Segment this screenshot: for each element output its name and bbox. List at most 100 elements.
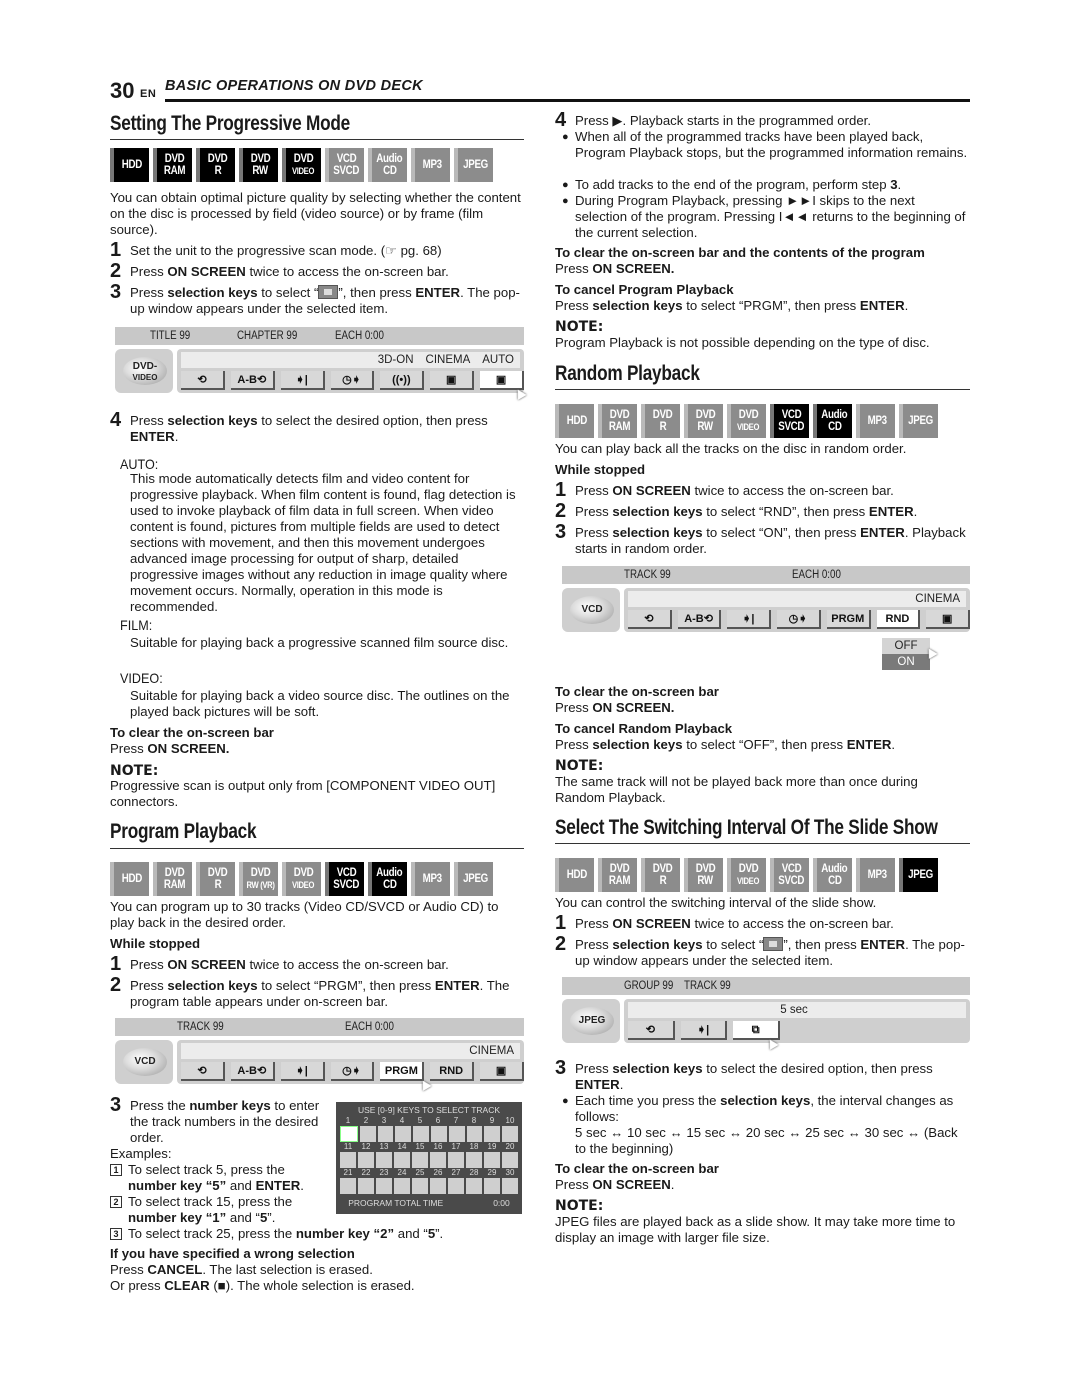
disc-badge-jpeg: JPEG: [899, 404, 938, 438]
program-step-4: 4 Press ▶. Playback starts in the program…: [555, 109, 871, 131]
track-slot-8[interactable]: [466, 1126, 483, 1142]
progressive-note-text: Progressive scan is output only from [CO…: [110, 778, 496, 809]
track-number-label: 1: [345, 1116, 351, 1125]
track-slot-10[interactable]: [502, 1126, 518, 1142]
skip-button[interactable]: ➧|: [280, 371, 325, 390]
rnd-button[interactable]: RND: [430, 1062, 475, 1081]
prgm-button[interactable]: PRGM: [380, 1062, 425, 1081]
track-slot-24[interactable]: [394, 1178, 410, 1194]
disc-badge-vcd-svcd: VCD SVCD: [325, 148, 364, 182]
progressive-mode-button[interactable]: ▣: [480, 371, 525, 390]
repeat-button[interactable]: ⟲: [628, 610, 672, 629]
program-total-time-label: PROGRAM TOTAL TIME: [348, 1198, 444, 1208]
random-step-1: 1 Press ON SCREEN twice to access the on-…: [555, 479, 894, 501]
3d-sound-button[interactable]: ((•)): [380, 371, 425, 390]
track-slot-19[interactable]: [484, 1152, 500, 1168]
disc-badge-mp3: MP3: [856, 404, 895, 438]
ab-repeat-button[interactable]: A-B⟲: [230, 1062, 275, 1081]
track-slot-11[interactable]: [340, 1152, 356, 1168]
track-slot-3[interactable]: [377, 1126, 394, 1142]
disc-badge-mp3: MP3: [411, 148, 450, 182]
track-number-label: 13: [379, 1142, 389, 1151]
track-slot-28[interactable]: [466, 1178, 482, 1194]
track-slot-17[interactable]: [448, 1152, 464, 1168]
progressive-onscreen-bar: TITLE 99 CHAPTER 99 EACH 0:00 DVD- VIDEO …: [115, 327, 527, 400]
track-slot-27[interactable]: [448, 1178, 464, 1194]
divider: [110, 139, 524, 140]
step-number: 4: [110, 409, 122, 431]
track-slot-12[interactable]: [358, 1152, 374, 1168]
example-1: 1 To select track 5, press the number key…: [110, 1162, 325, 1194]
track-number-label: 11: [343, 1142, 353, 1151]
track-slot-21[interactable]: [340, 1178, 356, 1194]
rnd-button[interactable]: RND: [876, 610, 921, 629]
track-slot-20[interactable]: [502, 1152, 518, 1168]
track-slot-5[interactable]: [413, 1126, 429, 1142]
slideshow-step-3: 3 Press selection keys to select the desi…: [555, 1057, 933, 1092]
time-search-button[interactable]: ◷➧: [330, 371, 375, 390]
track-slot-14[interactable]: [394, 1152, 410, 1168]
track-slot-7[interactable]: [448, 1126, 465, 1142]
track-slot-23[interactable]: [376, 1178, 392, 1194]
disc-badge-dvd-video: DVD VIDEO: [282, 862, 321, 896]
track-slot-26[interactable]: [430, 1178, 446, 1194]
track-slot-9[interactable]: [484, 1126, 501, 1142]
track-number-label: 15: [415, 1142, 425, 1151]
program-table: USE [0-9] KEYS TO SELECT TRACK 123456789…: [336, 1102, 522, 1214]
picture-button[interactable]: ▣: [926, 610, 971, 629]
header-rule: [165, 99, 970, 102]
track-slot-29[interactable]: [484, 1178, 500, 1194]
repeat-button[interactable]: ⟲: [181, 1062, 225, 1081]
track-slot-30[interactable]: [502, 1178, 518, 1194]
track-slot-1[interactable]: [340, 1126, 358, 1142]
progressive-clear-text: Press ON SCREEN.: [110, 741, 230, 756]
ab-repeat-button[interactable]: A-B⟲: [677, 610, 722, 629]
track-slot-13[interactable]: [376, 1152, 392, 1168]
popup-option-off[interactable]: OFF: [882, 638, 930, 654]
disc-badge-dvd-r: DVD R: [196, 862, 235, 896]
track-slot-18[interactable]: [466, 1152, 482, 1168]
random-popup: OFF ON: [882, 638, 930, 670]
track-slot-2[interactable]: [359, 1126, 376, 1142]
disc-badge-audio-cd: Audio CD: [368, 148, 407, 182]
track-slot-22[interactable]: [358, 1178, 374, 1194]
repeat-button[interactable]: ⟲: [181, 371, 225, 390]
divider: [555, 389, 970, 390]
track-slot-6[interactable]: [430, 1126, 447, 1142]
slideshow-clear-heading: To clear the on-screen bar: [555, 1161, 719, 1176]
program-cancel-text: Press selection keys to select “PRGM”, t…: [555, 298, 909, 313]
popup-option-on[interactable]: ON: [882, 654, 930, 670]
time-search-button[interactable]: ◷➧: [330, 1062, 375, 1081]
track-slot-16[interactable]: [430, 1152, 446, 1168]
track-slot-25[interactable]: [412, 1178, 428, 1194]
picture-button[interactable]: ▣: [480, 1062, 525, 1081]
examples-label: Examples:: [110, 1146, 172, 1161]
repeat-button[interactable]: ⟲: [628, 1021, 675, 1040]
ab-repeat-button[interactable]: A-B⟲: [230, 371, 275, 390]
progressive-step-3: 3 Press selection keys to select “”, the…: [110, 281, 520, 316]
disc-badge-dvd-rw: DVD RW: [239, 148, 278, 182]
track-number-label: 5: [417, 1116, 423, 1125]
skip-button[interactable]: ➧|: [680, 1021, 728, 1040]
time-search-button[interactable]: ◷➧: [777, 610, 821, 629]
program-total-time-value: 0:00: [493, 1198, 510, 1208]
track-number-label: 30: [505, 1168, 515, 1177]
track-number-label: 24: [397, 1168, 407, 1177]
divider: [555, 843, 970, 844]
track-number-label: 29: [487, 1168, 497, 1177]
disc-badge-audio-cd: Audio CD: [368, 862, 407, 896]
track-slot-4[interactable]: [395, 1126, 412, 1142]
osd-status-bar: TRACK 99 EACH 0:00: [562, 566, 970, 584]
osd-status-bar: GROUP 99 TRACK 99: [562, 977, 970, 995]
disc-badge-dvd-video: DVD VIDEO: [282, 148, 321, 182]
program-step-3: 3 Press the number keys to enter the trac…: [110, 1094, 320, 1145]
prgm-button[interactable]: PRGM: [826, 610, 871, 629]
skip-button[interactable]: ➧|: [280, 1062, 325, 1081]
skip-button[interactable]: ➧|: [727, 610, 772, 629]
random-step-3: 3 Press selection keys to select “ON”, th…: [555, 521, 966, 556]
track-slot-15[interactable]: [412, 1152, 428, 1168]
slideshow-intro: You can control the switching interval o…: [555, 895, 877, 910]
disc-badge-dvd-ram: DVD RAM: [598, 858, 637, 892]
track-number-label: 9: [489, 1116, 495, 1125]
picture-button[interactable]: ▣: [430, 371, 475, 390]
